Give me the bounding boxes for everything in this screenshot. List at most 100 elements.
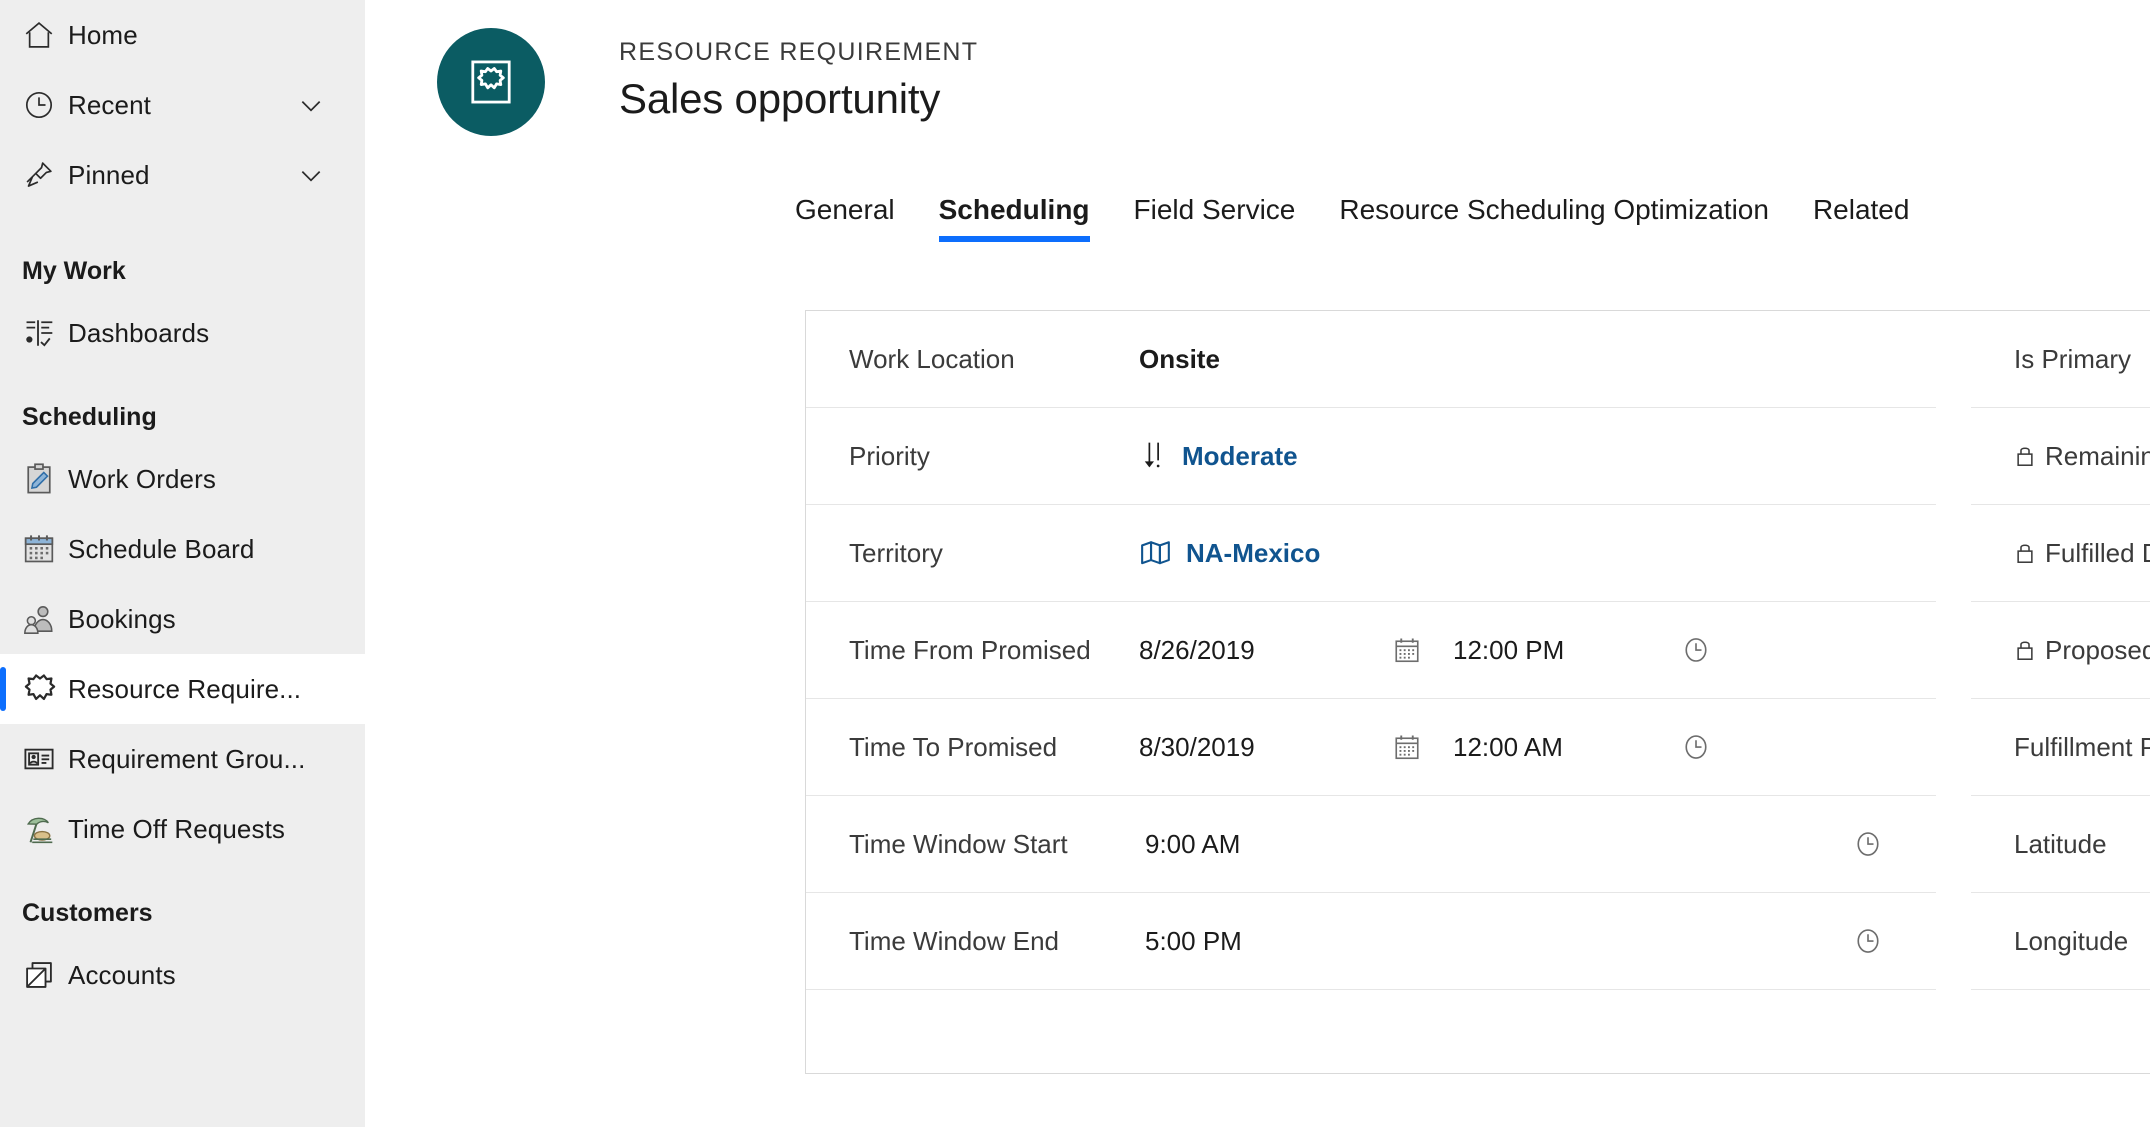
field-value-time-window-end[interactable]: 5:00 PM	[1139, 926, 1379, 957]
form-column-right: Is Primary No Remaining Duration	[1971, 311, 2150, 1073]
home-icon	[22, 18, 68, 52]
resource-requirement-icon	[22, 671, 68, 707]
sidebar-item-work-orders[interactable]: Work Orders	[0, 444, 365, 514]
chevron-down-icon[interactable]	[295, 159, 327, 191]
field-row: Fulfillment Preference ---	[1971, 699, 2150, 796]
sidebar-item-label: Time Off Requests	[68, 813, 285, 844]
sidebar-item-label: Requirement Grou...	[68, 743, 306, 774]
priority-moderate-arrow-icon	[1139, 439, 1169, 473]
record-header: RESOURCE REQUIREMENT Sales opportunity	[365, 0, 2150, 152]
sidebar-item-resource-requirements[interactable]: Resource Require...	[0, 654, 365, 724]
field-label-priority: Priority	[849, 440, 930, 471]
app-window: Home Recent Pinned My Work Dashboards Sc…	[0, 0, 2150, 1127]
tab-resource-scheduling-optimization[interactable]: Resource Scheduling Optimization	[1339, 194, 1769, 242]
sidebar-item-time-off-requests[interactable]: Time Off Requests	[0, 794, 365, 864]
sidebar-item-label: Recent	[68, 89, 151, 120]
field-row: Fulfilled Duration 0 minutes	[1971, 505, 2150, 602]
tab-scheduling[interactable]: Scheduling	[938, 194, 1090, 242]
field-label-fulfilled-duration: Fulfilled Duration	[2014, 538, 2150, 569]
sidebar-item-schedule-board[interactable]: Schedule Board	[0, 514, 365, 584]
sidebar-item-recent[interactable]: Recent	[0, 70, 365, 140]
sidebar-item-home[interactable]: Home	[0, 0, 365, 70]
sidebar-item-label: Bookings	[68, 603, 176, 634]
sidebar-group-my-work: My Work	[22, 256, 126, 285]
field-label-proposed-duration: Proposed Duration	[2014, 635, 2150, 666]
sidebar-item-label: Schedule Board	[68, 533, 255, 564]
resource-requirement-icon	[437, 28, 545, 136]
field-value-time-to-promised-time[interactable]: 12:00 AM	[1453, 732, 1668, 763]
field-label-remaining-duration: Remaining Duration	[2014, 441, 2150, 472]
sidebar-item-label: Home	[68, 19, 138, 50]
field-row: Territory NA-Mexico	[806, 505, 1936, 602]
field-label-time-to-promised: Time To Promised	[849, 731, 1058, 762]
field-value-time-from-promised-date[interactable]: 8/26/2019	[1139, 635, 1379, 666]
sidebar-item-label: Resource Require...	[68, 673, 302, 704]
field-label-text: Fulfilled Duration	[2045, 537, 2150, 568]
tab-field-service[interactable]: Field Service	[1134, 194, 1296, 242]
accounts-icon	[22, 958, 68, 992]
lock-icon	[2014, 540, 2036, 566]
field-row: Time Window Start 9:00 AM	[806, 796, 1936, 893]
sidebar-group-customers: Customers	[22, 898, 153, 927]
field-label-time-from-promised: Time From Promised	[849, 634, 1091, 665]
field-value-territory[interactable]: NA-Mexico	[1139, 538, 1320, 569]
main-content: RESOURCE REQUIREMENT Sales opportunity G…	[365, 0, 2150, 1127]
field-label-work-location: Work Location	[849, 343, 1015, 374]
field-value-time-from-promised-time[interactable]: 12:00 PM	[1453, 635, 1668, 666]
requirement-group-icon	[22, 742, 68, 776]
field-label-territory: Territory	[849, 537, 943, 568]
field-row: Work Location Onsite	[806, 311, 1936, 408]
scheduling-form-card: Work Location Onsite Priority Moderate T…	[805, 310, 2150, 1074]
calendar-icon[interactable]	[1379, 635, 1435, 665]
clock-icon[interactable]	[1840, 829, 1896, 859]
field-row: Time To Promised 8/30/2019 12:00 AM	[806, 699, 1936, 796]
field-value-priority[interactable]: Moderate	[1139, 439, 1298, 473]
sidebar-item-pinned[interactable]: Pinned	[0, 140, 365, 210]
field-label-text: Proposed Duration	[2045, 634, 2150, 665]
field-label-is-primary: Is Primary	[2014, 344, 2150, 375]
tab-related[interactable]: Related	[1813, 194, 1910, 242]
calendar-board-icon	[22, 532, 68, 566]
form-column-left: Work Location Onsite Priority Moderate T…	[806, 311, 1936, 1073]
dashboards-icon	[22, 316, 68, 350]
sidebar-item-label: Accounts	[68, 959, 176, 990]
field-label-longitude: Longitude	[2014, 926, 2150, 957]
territory-value-text: NA-Mexico	[1186, 537, 1321, 568]
field-row: Longitude ---	[1971, 893, 2150, 990]
field-value-time-to-promised-date[interactable]: 8/30/2019	[1139, 732, 1379, 763]
field-row: Latitude ---	[1971, 796, 2150, 893]
tab-strip: General Scheduling Field Service Resourc…	[365, 164, 2150, 242]
map-icon	[1139, 538, 1173, 568]
field-label-text: Longitude	[2014, 925, 2129, 956]
calendar-icon[interactable]	[1379, 732, 1435, 762]
lock-icon	[2014, 637, 2036, 663]
sidebar-item-requirement-groups[interactable]: Requirement Grou...	[0, 724, 365, 794]
sidebar-item-dashboards[interactable]: Dashboards	[0, 298, 365, 368]
clock-icon[interactable]	[1668, 635, 1724, 665]
clock-icon	[22, 88, 68, 122]
pin-icon	[22, 158, 68, 192]
field-row: Time From Promised 8/26/2019 12:00 PM	[806, 602, 1936, 699]
page-title: Sales opportunity	[619, 75, 941, 122]
sidebar-item-label: Pinned	[68, 159, 150, 190]
field-value-work-location[interactable]: Onsite	[1139, 344, 1220, 375]
field-row: Priority Moderate	[806, 408, 1936, 505]
field-label-text: Is Primary	[2014, 343, 2131, 374]
chevron-down-icon[interactable]	[295, 89, 327, 121]
field-label-fulfillment-preference: Fulfillment Preference	[2014, 732, 2150, 763]
sidebar-item-label: Dashboards	[68, 317, 210, 348]
field-label-text: Fulfillment Preference	[2014, 731, 2150, 762]
time-off-icon	[22, 812, 68, 846]
sidebar-item-accounts[interactable]: Accounts	[0, 940, 365, 1010]
field-row: Is Primary No	[1971, 311, 2150, 408]
clock-icon[interactable]	[1668, 732, 1724, 762]
sidebar-item-bookings[interactable]: Bookings	[0, 584, 365, 654]
clock-icon[interactable]	[1840, 926, 1896, 956]
work-order-icon	[22, 462, 68, 496]
tab-general[interactable]: General	[795, 194, 895, 242]
sidebar-navigation: Home Recent Pinned My Work Dashboards Sc…	[0, 0, 365, 1127]
field-value-time-window-start[interactable]: 9:00 AM	[1139, 829, 1379, 860]
